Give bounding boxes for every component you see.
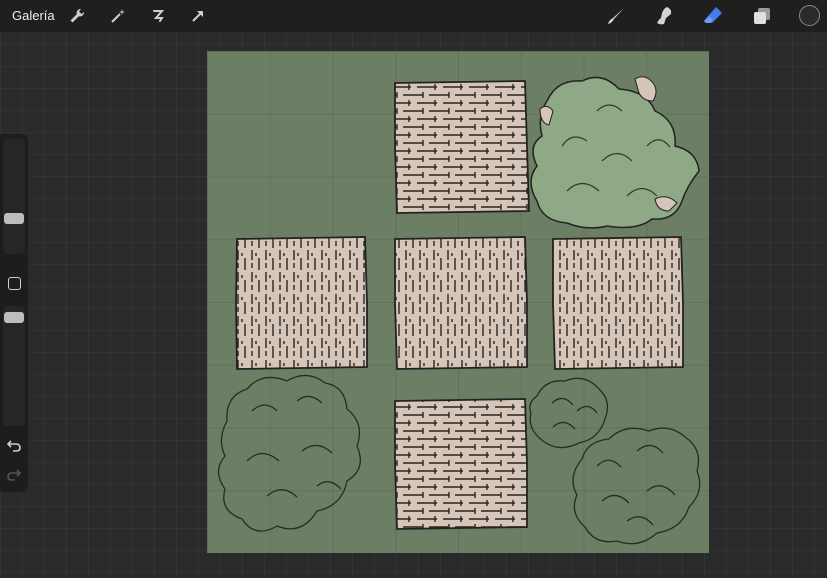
opacity-thumb[interactable] — [4, 312, 24, 323]
selection-icon[interactable] — [147, 5, 169, 27]
outline-bush — [529, 377, 609, 449]
eraser-icon[interactable] — [702, 5, 724, 27]
brick-tile — [394, 398, 528, 530]
plank-tile — [552, 236, 684, 370]
brick-tile — [394, 80, 530, 214]
brush-size-thumb[interactable] — [4, 213, 24, 224]
plank-tile — [235, 236, 368, 370]
modify-button[interactable] — [8, 277, 21, 290]
transform-arrow-icon[interactable] — [187, 5, 209, 27]
top-toolbar: Galería — [0, 0, 827, 32]
brick-tile — [394, 236, 528, 370]
brush-size-slider[interactable] — [3, 139, 25, 254]
drawing-canvas[interactable] — [207, 51, 709, 553]
left-sidebar — [0, 134, 28, 492]
undo-icon[interactable] — [6, 439, 22, 453]
outline-bush — [217, 374, 361, 532]
smudge-icon[interactable] — [653, 5, 675, 27]
redo-icon[interactable] — [6, 468, 22, 482]
gallery-button[interactable]: Galería — [12, 8, 55, 23]
outline-bush — [572, 427, 701, 545]
opacity-slider[interactable] — [3, 306, 25, 426]
layers-icon[interactable] — [751, 5, 773, 27]
filled-bush — [530, 76, 700, 229]
wrench-icon[interactable] — [66, 5, 88, 27]
brush-icon[interactable] — [605, 5, 627, 27]
color-swatch[interactable] — [799, 5, 820, 26]
magic-wand-icon[interactable] — [107, 5, 129, 27]
